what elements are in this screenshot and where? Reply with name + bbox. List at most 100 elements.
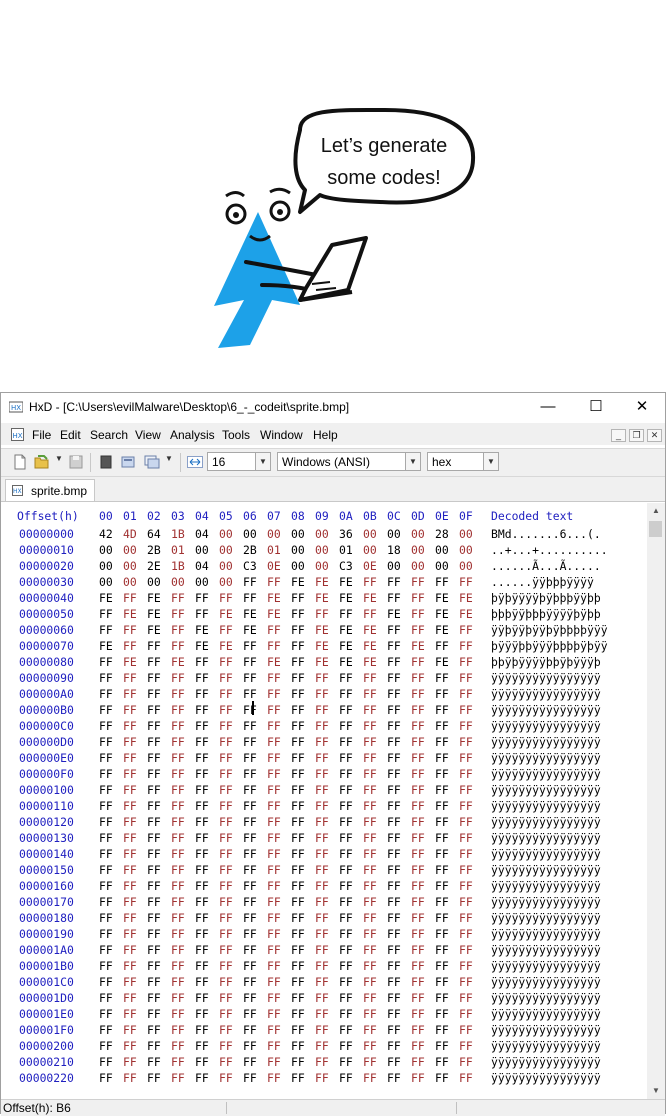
hex-byte[interactable]: FF	[267, 815, 281, 829]
hex-byte[interactable]: FF	[99, 671, 113, 685]
hex-byte[interactable]: FF	[123, 639, 137, 653]
hex-byte[interactable]: FF	[147, 975, 161, 989]
hex-byte[interactable]: FF	[411, 1023, 425, 1037]
hex-byte[interactable]: FF	[171, 975, 185, 989]
hex-byte[interactable]: FF	[339, 1071, 353, 1085]
hex-byte[interactable]: FF	[123, 1007, 137, 1021]
hex-byte[interactable]: FF	[267, 719, 281, 733]
hex-byte[interactable]: FE	[411, 639, 425, 653]
hex-byte[interactable]: FF	[291, 895, 305, 909]
hex-byte[interactable]: FF	[387, 767, 401, 781]
hex-byte[interactable]: FF	[387, 1039, 401, 1053]
hex-byte[interactable]: FF	[195, 719, 209, 733]
hex-byte[interactable]: FE	[339, 639, 353, 653]
hex-byte[interactable]: FF	[459, 703, 473, 717]
hex-byte[interactable]: FF	[411, 1039, 425, 1053]
hex-byte[interactable]: FF	[291, 623, 305, 637]
hex-byte[interactable]: FF	[435, 975, 449, 989]
hex-byte[interactable]: FF	[171, 639, 185, 653]
hex-byte[interactable]: FF	[219, 831, 233, 845]
hex-byte[interactable]: FF	[291, 847, 305, 861]
hex-byte[interactable]: FF	[99, 687, 113, 701]
hex-byte[interactable]: FF	[219, 783, 233, 797]
hex-byte[interactable]: FF	[99, 751, 113, 765]
hex-byte[interactable]: FF	[99, 847, 113, 861]
hex-byte[interactable]: FF	[291, 767, 305, 781]
hex-byte[interactable]: FF	[171, 911, 185, 925]
menu-tools[interactable]: Tools	[222, 428, 250, 442]
hex-byte[interactable]: FF	[459, 1023, 473, 1037]
hex-byte[interactable]: FF	[171, 687, 185, 701]
hex-byte[interactable]: FF	[195, 927, 209, 941]
hex-byte[interactable]: FF	[291, 735, 305, 749]
hex-byte[interactable]: FF	[123, 591, 137, 605]
hex-byte[interactable]: FE	[219, 607, 233, 621]
hex-byte[interactable]: FF	[291, 815, 305, 829]
hex-byte[interactable]: 00	[195, 575, 209, 589]
hex-byte[interactable]: FF	[435, 831, 449, 845]
hex-byte[interactable]: FF	[99, 703, 113, 717]
hex-byte[interactable]: FE	[459, 591, 473, 605]
decoded-text[interactable]: ÿÿÿÿÿÿÿÿÿÿÿÿÿÿÿÿ	[491, 911, 601, 925]
hex-row[interactable]: 000001B0 FF FF FF FF FF FF FF FF FF FF FF FF FF FF FF FF…	[1, 959, 647, 975]
hex-byte[interactable]: FF	[315, 975, 329, 989]
hex-byte[interactable]: FF	[243, 943, 257, 957]
hex-byte[interactable]: FF	[267, 975, 281, 989]
decoded-text[interactable]: ÿÿÿÿÿÿÿÿÿÿÿÿÿÿÿÿ	[491, 943, 601, 957]
hex-byte[interactable]: FF	[315, 1023, 329, 1037]
hex-byte[interactable]: FF	[123, 863, 137, 877]
hex-byte[interactable]: FF	[99, 1007, 113, 1021]
hex-byte[interactable]: FF	[339, 703, 353, 717]
new-file-icon[interactable]	[12, 454, 28, 470]
hex-byte[interactable]: C3	[243, 559, 257, 573]
hex-byte[interactable]: FF	[435, 703, 449, 717]
hex-byte[interactable]: FF	[267, 623, 281, 637]
hex-byte[interactable]: FE	[123, 655, 137, 669]
hex-byte[interactable]: FF	[171, 1071, 185, 1085]
hex-byte[interactable]: FE	[363, 639, 377, 653]
hex-row[interactable]: 00000150 FF FF FF FF FF FF FF FF FF FF FF FF FF FF FF FF…	[1, 863, 647, 879]
hex-byte[interactable]: FF	[171, 783, 185, 797]
hex-byte[interactable]: FF	[171, 847, 185, 861]
hex-byte[interactable]: FF	[195, 863, 209, 877]
hex-byte[interactable]: FF	[387, 751, 401, 765]
decoded-text[interactable]: ÿÿÿÿÿÿÿÿÿÿÿÿÿÿÿÿ	[491, 847, 601, 861]
hex-byte[interactable]: FF	[123, 911, 137, 925]
hex-byte[interactable]: FF	[243, 735, 257, 749]
decoded-text[interactable]: ......Ã...Ã.....	[491, 559, 601, 573]
hex-byte[interactable]: FF	[171, 703, 185, 717]
hex-byte[interactable]: FF	[339, 879, 353, 893]
hex-byte[interactable]: FF	[123, 783, 137, 797]
hex-byte[interactable]: FF	[315, 1055, 329, 1069]
decoded-text[interactable]: ÿÿÿÿÿÿÿÿÿÿÿÿÿÿÿÿ	[491, 719, 601, 733]
hex-byte[interactable]: FF	[363, 575, 377, 589]
hex-byte[interactable]: FF	[315, 783, 329, 797]
hex-row[interactable]: 00000220 FF FF FF FF FF FF FF FF FF FF FF FF FF FF FF FF…	[1, 1071, 647, 1087]
hex-byte[interactable]: FF	[99, 815, 113, 829]
hex-byte[interactable]: 00	[411, 543, 425, 557]
hex-byte[interactable]: FF	[219, 735, 233, 749]
hex-byte[interactable]: FF	[339, 735, 353, 749]
hex-byte[interactable]: FE	[435, 655, 449, 669]
menu-window[interactable]: Window	[260, 428, 303, 442]
hex-byte[interactable]: FF	[363, 895, 377, 909]
hex-byte[interactable]: FF	[411, 607, 425, 621]
hex-byte[interactable]: 00	[459, 559, 473, 573]
hex-byte[interactable]: FE	[99, 639, 113, 653]
hex-byte[interactable]: FF	[243, 671, 257, 685]
decoded-text[interactable]: ÿÿÿÿÿÿÿÿÿÿÿÿÿÿÿÿ	[491, 703, 601, 717]
hex-byte[interactable]: FF	[99, 959, 113, 973]
hex-byte[interactable]: FF	[339, 751, 353, 765]
hex-byte[interactable]: FF	[219, 687, 233, 701]
hex-byte[interactable]: FF	[99, 735, 113, 749]
hex-byte[interactable]: FF	[195, 1007, 209, 1021]
hex-byte[interactable]: FE	[387, 607, 401, 621]
hex-byte[interactable]: FF	[267, 959, 281, 973]
hex-byte[interactable]: FF	[435, 639, 449, 653]
hex-row[interactable]: 00000030 00 00 00 00 00 00 FF FF FE FE FE FF FF FF FF FF…	[1, 575, 647, 591]
hex-byte[interactable]: 00	[123, 559, 137, 573]
hex-byte[interactable]: FF	[243, 959, 257, 973]
hex-byte[interactable]: FF	[387, 959, 401, 973]
hex-byte[interactable]: FF	[363, 975, 377, 989]
hex-byte[interactable]: 4D	[123, 527, 137, 541]
